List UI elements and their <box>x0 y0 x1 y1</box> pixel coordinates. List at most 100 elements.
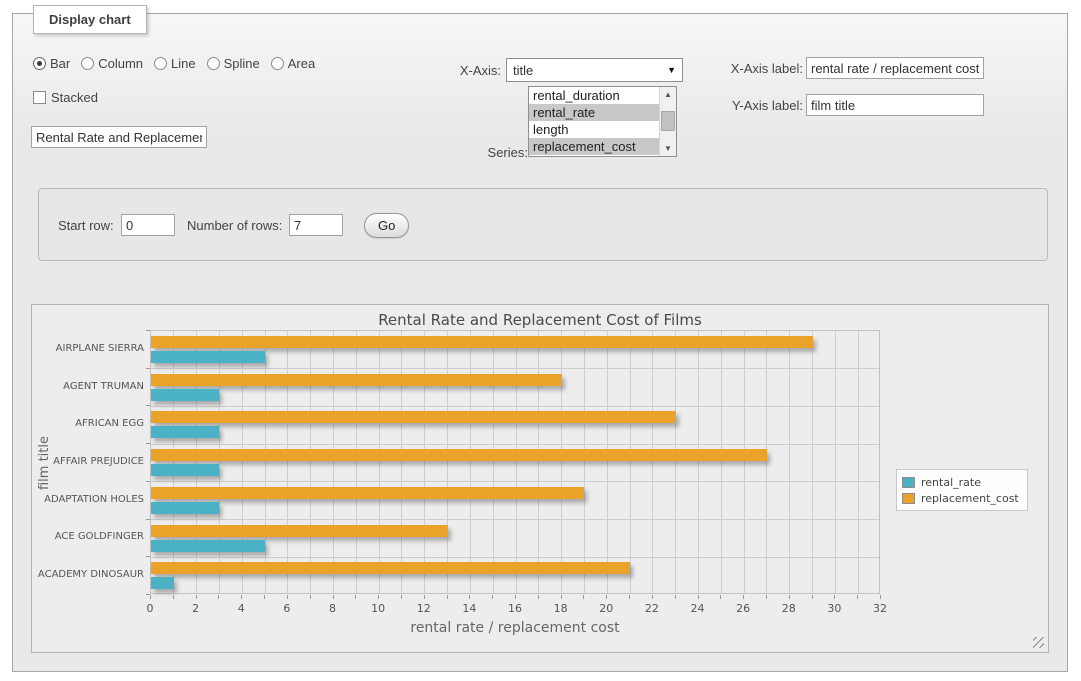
chevron-down-icon: ▼ <box>667 65 676 75</box>
chart-type-bar[interactable]: Bar <box>33 56 70 71</box>
x-axis-label-input[interactable] <box>806 57 984 79</box>
chart-title-input[interactable] <box>31 126 207 148</box>
series-listbox[interactable]: rental_durationrental_ratelengthreplacem… <box>528 86 677 157</box>
gridline <box>310 331 311 593</box>
gridline <box>538 331 539 593</box>
bar-rental_rate <box>151 389 219 401</box>
gridline <box>470 331 471 593</box>
gridline <box>401 331 402 593</box>
x-tick-label: 4 <box>224 602 258 615</box>
y-axis-label-input[interactable] <box>806 94 984 116</box>
y-tick-label: ACE GOLDFINGER <box>32 531 144 542</box>
scrollbar-thumb[interactable] <box>661 111 675 131</box>
x-tick-mark <box>218 595 219 599</box>
bar-replacement_cost <box>151 336 813 348</box>
legend-entry-rental_rate: rental_rate <box>902 474 1019 490</box>
y-tick-label: AFFAIR PREJUDICE <box>32 456 144 467</box>
number-of-rows-input[interactable] <box>289 214 343 236</box>
gridline <box>812 331 813 593</box>
y-tick-mark <box>146 519 150 520</box>
y-tick-label: ADAPTATION HOLES <box>32 494 144 505</box>
start-row-input[interactable] <box>121 214 175 236</box>
radio-icon[interactable] <box>271 57 284 70</box>
scroll-up-icon[interactable]: ▲ <box>660 87 676 102</box>
x-tick-mark <box>241 595 242 599</box>
radio-icon[interactable] <box>207 57 220 70</box>
row-range-panel: Start row: Number of rows: Go <box>38 188 1048 261</box>
series-option-rental_duration[interactable]: rental_duration <box>529 87 659 104</box>
gridline <box>744 331 745 593</box>
chart-type-label: Area <box>288 56 315 71</box>
legend-entry-replacement_cost: replacement_cost <box>902 490 1019 506</box>
chart-type-area[interactable]: Area <box>271 56 315 71</box>
x-tick-mark <box>561 595 562 599</box>
bar-replacement_cost <box>151 487 584 499</box>
go-button[interactable]: Go <box>364 213 409 238</box>
x-tick-mark <box>629 595 630 599</box>
stacked-checkbox-row[interactable]: Stacked <box>33 90 98 105</box>
x-axis-select[interactable]: title ▼ <box>506 58 683 82</box>
x-tick-mark <box>469 595 470 599</box>
chart-type-label: Line <box>171 56 196 71</box>
series-option-replacement_cost[interactable]: replacement_cost <box>529 138 659 155</box>
bar-rental_rate <box>151 464 219 476</box>
chart-type-spline[interactable]: Spline <box>207 56 260 71</box>
listbox-scrollbar[interactable]: ▲ ▼ <box>659 87 676 156</box>
x-tick-mark <box>675 595 676 599</box>
scroll-down-icon[interactable]: ▼ <box>660 141 676 156</box>
x-tick-mark <box>424 595 425 599</box>
chart-area: Rental Rate and Replacement Cost of Film… <box>31 304 1049 653</box>
radio-icon[interactable] <box>154 57 167 70</box>
x-axis-label-label: X-Axis label: <box>713 61 803 76</box>
y-axis-label-label: Y-Axis label: <box>713 98 803 113</box>
gridline <box>561 331 562 593</box>
x-tick-label: 10 <box>361 602 395 615</box>
legend-swatch <box>902 477 915 488</box>
y-tick-label: AFRICAN EGG <box>32 418 144 429</box>
gridline <box>219 331 220 593</box>
x-tick-mark <box>720 595 721 599</box>
stacked-checkbox[interactable] <box>33 91 46 104</box>
x-tick-label: 0 <box>133 602 167 615</box>
legend-label: rental_rate <box>921 476 981 489</box>
y-tick-mark <box>146 368 150 369</box>
gridline <box>151 368 879 369</box>
y-tick-mark <box>146 556 150 557</box>
gridline <box>151 406 879 407</box>
x-tick-mark <box>173 595 174 599</box>
gridline <box>151 444 879 445</box>
gridline <box>242 331 243 593</box>
series-listbox-label: Series: <box>433 145 528 160</box>
chart-type-line[interactable]: Line <box>154 56 196 71</box>
series-option-rental_rate[interactable]: rental_rate <box>529 104 659 121</box>
gridline <box>835 331 836 593</box>
chart-type-column[interactable]: Column <box>81 56 143 71</box>
x-tick-mark <box>743 595 744 599</box>
chart-type-label: Bar <box>50 56 70 71</box>
legend-label: replacement_cost <box>921 492 1019 505</box>
legend-swatch <box>902 493 915 504</box>
x-tick-mark <box>698 595 699 599</box>
gridline <box>652 331 653 593</box>
radio-icon[interactable] <box>33 57 46 70</box>
y-tick-mark <box>146 405 150 406</box>
x-tick-mark <box>150 595 151 599</box>
resize-handle-icon[interactable] <box>1033 637 1044 648</box>
plot-grid <box>150 330 880 594</box>
x-axis-title: rental rate / replacement cost <box>150 620 880 636</box>
gridline <box>516 331 517 593</box>
bar-rental_rate <box>151 502 219 514</box>
x-tick-mark <box>355 595 356 599</box>
bar-rental_rate <box>151 577 174 589</box>
chart-legend: rental_rate replacement_cost <box>896 469 1028 511</box>
x-tick-mark <box>310 595 311 599</box>
radio-icon[interactable] <box>81 57 94 70</box>
x-tick-mark <box>401 595 402 599</box>
x-tick-label: 30 <box>817 602 851 615</box>
y-tick-label: ACADEMY DINOSAUR <box>32 569 144 580</box>
y-tick-label: AGENT TRUMAN <box>32 381 144 392</box>
series-option-length[interactable]: length <box>529 121 659 138</box>
x-tick-mark <box>606 595 607 599</box>
bar-replacement_cost <box>151 411 676 423</box>
x-tick-label: 6 <box>270 602 304 615</box>
